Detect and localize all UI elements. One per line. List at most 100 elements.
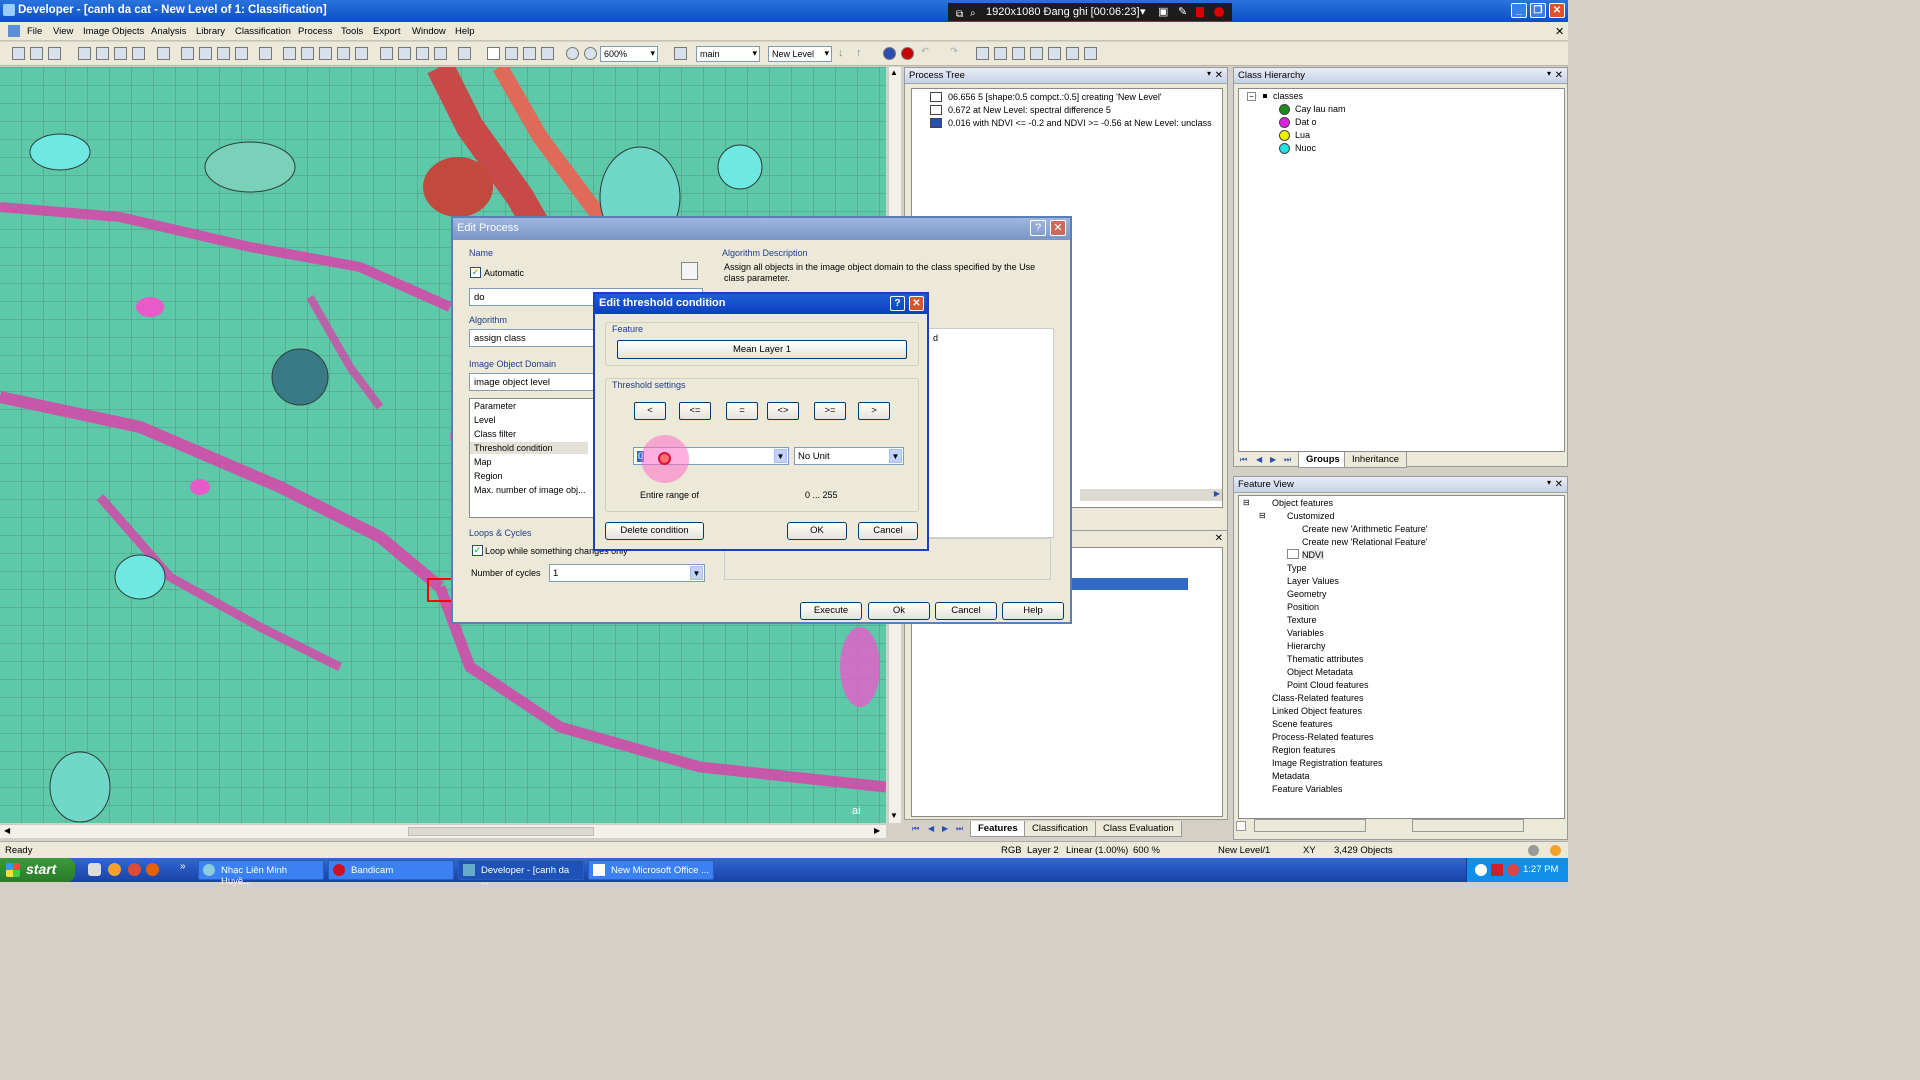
chevron-down-icon[interactable]: ▼	[774, 449, 787, 463]
parameter-row-threshold[interactable]: Threshold condition	[470, 442, 588, 454]
first-tab-icon[interactable]: ⏮	[1240, 455, 1247, 465]
layout-1-icon[interactable]	[380, 47, 393, 60]
collapse-icon[interactable]: ⊟	[1259, 511, 1266, 520]
browser-icon[interactable]	[128, 863, 141, 876]
help-icon[interactable]: ?	[1030, 220, 1046, 236]
feature-item[interactable]: Linked Object features	[1272, 706, 1362, 716]
layers-icon[interactable]	[114, 47, 127, 60]
chevron-down-icon[interactable]: ▼	[690, 566, 703, 580]
quicklaunch-icon[interactable]	[108, 863, 121, 876]
equal-button[interactable]: =	[726, 402, 758, 420]
tab-inheritance[interactable]: Inheritance	[1344, 452, 1408, 468]
camera-icon[interactable]: ▣	[1158, 3, 1168, 21]
feature-item[interactable]: Image Registration features	[1272, 758, 1383, 768]
parameter-row[interactable]: Map	[474, 457, 492, 467]
class-root[interactable]: classes	[1273, 91, 1303, 101]
panel-menu-icon[interactable]: ▾	[1547, 478, 1551, 487]
last-tab-icon[interactable]: ⏭	[956, 824, 963, 834]
checkbox[interactable]	[1236, 821, 1246, 831]
class-item[interactable]: Nuoc	[1295, 143, 1316, 153]
scroll-up-icon[interactable]: ▲	[890, 68, 898, 77]
feature-item[interactable]: Create new 'Relational Feature'	[1302, 537, 1428, 547]
new-project-icon[interactable]	[12, 47, 25, 60]
help-icon[interactable]: ?	[890, 296, 905, 311]
less-than-button[interactable]: <	[634, 402, 666, 420]
view-layer-icon[interactable]	[181, 47, 194, 60]
next-tab-icon[interactable]: ▶	[1270, 455, 1276, 464]
execute-button[interactable]: Execute	[800, 602, 862, 620]
zoom-out-icon[interactable]	[566, 47, 579, 60]
layout-2-icon[interactable]	[398, 47, 411, 60]
feature-item[interactable]: Metadata	[1272, 771, 1310, 781]
error-icon[interactable]	[901, 47, 914, 60]
ok-button[interactable]: OK	[787, 522, 847, 540]
scroll-thumb[interactable]	[408, 827, 594, 836]
feature-item[interactable]: Geometry	[1287, 589, 1327, 599]
view-outline-icon[interactable]	[235, 47, 248, 60]
prev-tab-icon[interactable]: ◀	[928, 824, 934, 833]
split-h-icon[interactable]	[301, 47, 314, 60]
menu-help[interactable]: Help	[455, 26, 475, 37]
tab-class-evaluation[interactable]: Class Evaluation	[1095, 821, 1182, 837]
parameter-row[interactable]: Max. number of image obj...	[474, 485, 586, 495]
unit-select[interactable]: No Unit ▼	[794, 447, 904, 465]
menu-library[interactable]: Library	[196, 26, 225, 37]
parameter-value[interactable]: d	[933, 333, 938, 343]
feature-item[interactable]: Create new 'Arithmetic Feature'	[1302, 524, 1428, 534]
class-item[interactable]: Lua	[1295, 130, 1310, 140]
less-equal-button[interactable]: <=	[679, 402, 711, 420]
level-down-icon[interactable]: ↓	[838, 47, 844, 59]
parameter-row[interactable]: Class filter	[474, 429, 516, 439]
scroll-left-icon[interactable]: ◀	[4, 826, 10, 835]
import-icon[interactable]	[96, 47, 109, 60]
chevron-down-icon[interactable]: ▼	[889, 449, 902, 463]
feature-item[interactable]: Class-Related features	[1272, 693, 1364, 703]
pencil-icon[interactable]: ✎	[1178, 3, 1187, 21]
feature-button[interactable]: Mean Layer 1	[617, 340, 907, 359]
bottom-field[interactable]	[1412, 819, 1524, 832]
feature-item[interactable]: Region features	[1272, 745, 1336, 755]
parameter-row[interactable]: Level	[474, 415, 496, 425]
not-equal-button[interactable]: <>	[767, 402, 799, 420]
run-icon[interactable]	[157, 47, 170, 60]
workspace-icon[interactable]	[78, 47, 91, 60]
first-tab-icon[interactable]: ⏮	[912, 824, 919, 834]
more-icon[interactable]: »	[180, 861, 186, 872]
scroll-right-icon[interactable]: ▶	[874, 826, 880, 835]
tray-icon[interactable]	[1475, 864, 1487, 876]
tab-features[interactable]: Features	[970, 821, 1026, 837]
menu-classification[interactable]: Classification	[235, 26, 291, 37]
feature-item[interactable]: Position	[1287, 602, 1319, 612]
menu-analysis[interactable]: Analysis	[151, 26, 186, 37]
class-item[interactable]: Dat o	[1295, 117, 1317, 127]
zoom-fit-icon[interactable]	[541, 47, 554, 60]
cancel-button[interactable]: Cancel	[858, 522, 918, 540]
objects-icon[interactable]	[132, 47, 145, 60]
quicklaunch-icon[interactable]	[88, 863, 101, 876]
close-icon[interactable]: ✕	[1555, 479, 1563, 490]
close-icon[interactable]: ✕	[1050, 220, 1066, 236]
compare-icon[interactable]	[337, 47, 350, 60]
task-bandicam[interactable]: Bandicam	[328, 860, 454, 880]
menu-window[interactable]: Window	[412, 26, 446, 37]
view-class-icon[interactable]	[199, 47, 212, 60]
tray-icon[interactable]	[1507, 864, 1519, 876]
delete-objects-icon[interactable]	[674, 47, 687, 60]
pixel-view-icon[interactable]	[259, 47, 272, 60]
start-button[interactable]: start	[0, 858, 75, 882]
menu-view[interactable]: View	[53, 26, 73, 37]
tools-icon[interactable]	[1066, 47, 1079, 60]
minimize-icon[interactable]: _	[1511, 3, 1527, 18]
sample-icon[interactable]	[1048, 47, 1061, 60]
tab-classification[interactable]: Classification	[1024, 821, 1096, 837]
pause-icon[interactable]	[1196, 7, 1204, 17]
restore-icon[interactable]: ❐	[1530, 3, 1546, 18]
split-view-icon[interactable]	[283, 47, 296, 60]
feature-item[interactable]: Layer Values	[1287, 576, 1339, 586]
collapse-icon[interactable]: ⊟	[1243, 498, 1250, 507]
menu-export[interactable]: Export	[373, 26, 400, 37]
loop-checkbox[interactable]: ✓	[472, 545, 483, 556]
level-up-icon[interactable]: ↑	[856, 47, 862, 59]
layout-3-icon[interactable]	[416, 47, 429, 60]
feature-item[interactable]: Point Cloud features	[1287, 680, 1369, 690]
